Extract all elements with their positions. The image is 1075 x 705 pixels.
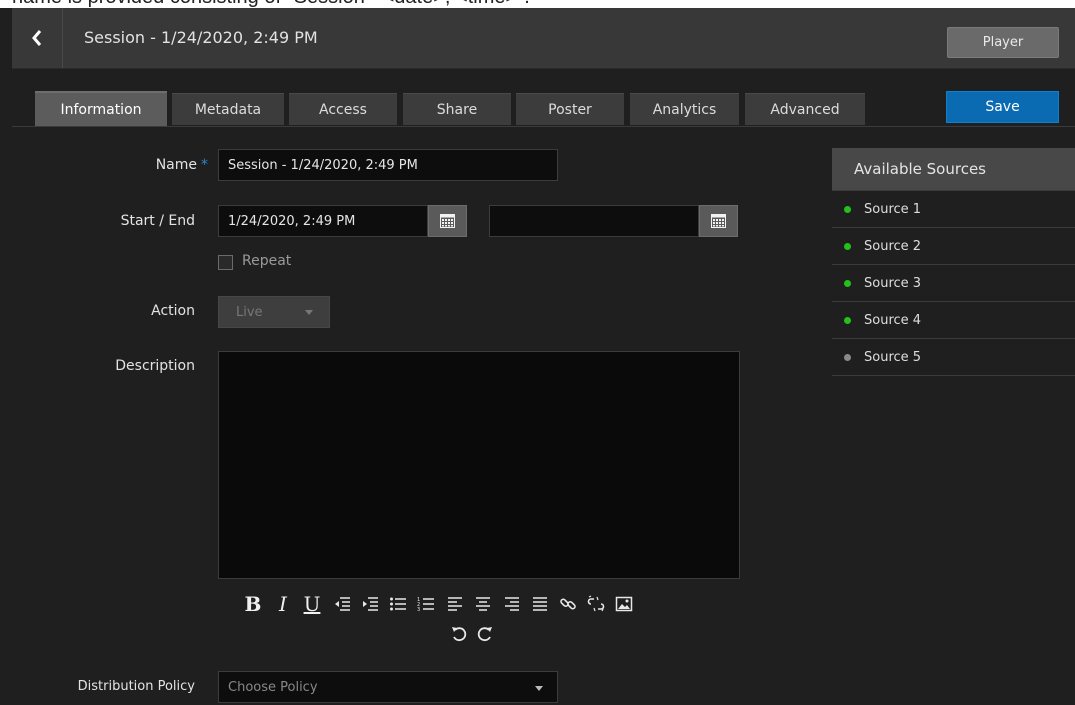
status-dot-icon xyxy=(844,354,851,361)
start-calendar-button[interactable] xyxy=(428,205,467,237)
tab-analytics[interactable]: Analytics xyxy=(630,93,739,125)
tab-advanced[interactable]: Advanced xyxy=(745,93,865,125)
description-editor[interactable] xyxy=(218,351,740,579)
repeat-checkbox[interactable] xyxy=(218,255,233,270)
numbered-list-icon: 123 xyxy=(417,597,434,613)
source-label: Source 5 xyxy=(864,350,922,365)
start-end-label: Start / End xyxy=(120,213,195,229)
undo-button[interactable] xyxy=(448,622,470,646)
status-dot-icon xyxy=(844,206,851,213)
save-button[interactable]: Save xyxy=(946,91,1059,123)
distribution-policy-label: Distribution Policy xyxy=(77,679,195,694)
undo-icon xyxy=(452,627,467,642)
start-date-input[interactable]: 1/24/2020, 2:49 PM xyxy=(218,205,428,237)
status-dot-icon xyxy=(844,243,851,250)
underline-button[interactable]: U xyxy=(301,592,323,616)
link-icon xyxy=(560,598,576,610)
calendar-icon xyxy=(440,214,455,228)
align-center-icon xyxy=(476,597,490,611)
required-indicator: * xyxy=(201,157,208,173)
italic-button[interactable]: I xyxy=(272,592,294,616)
tab-poster[interactable]: Poster xyxy=(516,93,624,125)
back-button[interactable] xyxy=(12,8,63,68)
tab-bar: Information Metadata Access Share Poster… xyxy=(12,69,1075,127)
link-button[interactable] xyxy=(557,592,579,616)
numbered-list-button[interactable]: 123 xyxy=(415,592,437,616)
editor-toolbar: B I U 123 xyxy=(218,588,740,652)
image-button[interactable] xyxy=(613,592,635,616)
svg-text:3: 3 xyxy=(417,607,420,613)
source-item[interactable]: Source 2 xyxy=(832,228,1075,265)
align-left-icon xyxy=(448,597,462,611)
redo-button[interactable] xyxy=(474,622,496,646)
action-select[interactable]: Live xyxy=(218,296,330,328)
source-label: Source 2 xyxy=(864,239,922,254)
redo-icon xyxy=(477,627,492,642)
action-label: Action xyxy=(151,303,195,319)
player-button[interactable]: Player xyxy=(947,27,1059,58)
indent-icon xyxy=(363,597,378,611)
caret-down-icon xyxy=(305,310,313,315)
outdent-icon xyxy=(335,597,350,611)
name-input[interactable]: Session - 1/24/2020, 2:49 PM xyxy=(218,149,558,181)
align-left-button[interactable] xyxy=(444,592,466,616)
status-dot-icon xyxy=(844,280,851,287)
source-item[interactable]: Source 4 xyxy=(832,302,1075,339)
distribution-policy-placeholder: Choose Policy xyxy=(228,679,318,695)
align-justify-button[interactable] xyxy=(529,592,551,616)
italic-icon: I xyxy=(279,592,287,616)
image-icon xyxy=(615,596,633,612)
unlink-icon xyxy=(587,595,605,612)
tab-access[interactable]: Access xyxy=(289,93,397,125)
outdent-button[interactable] xyxy=(331,592,353,616)
bullet-list-icon xyxy=(390,597,406,611)
calendar-icon xyxy=(711,214,726,228)
align-justify-icon xyxy=(533,597,547,611)
tab-share[interactable]: Share xyxy=(403,93,511,125)
available-sources-panel: Available Sources Source 1 Source 2 Sour… xyxy=(832,148,1075,376)
available-sources-header: Available Sources xyxy=(832,148,1075,191)
bold-button[interactable]: B xyxy=(242,592,264,616)
distribution-policy-select[interactable]: Choose Policy xyxy=(218,671,558,703)
chevron-left-icon xyxy=(32,30,42,46)
source-label: Source 3 xyxy=(864,276,922,291)
name-label: Name xyxy=(155,157,197,173)
align-center-button[interactable] xyxy=(472,592,494,616)
document-caption-text: name is provided consisting of "Session … xyxy=(12,0,530,8)
source-item[interactable]: Source 1 xyxy=(832,191,1075,228)
repeat-label: Repeat xyxy=(242,253,292,269)
tab-information[interactable]: Information xyxy=(35,91,167,126)
description-label: Description xyxy=(115,358,195,374)
status-dot-icon xyxy=(844,317,851,324)
align-right-icon xyxy=(505,597,519,611)
indent-button[interactable] xyxy=(359,592,381,616)
end-date-input[interactable] xyxy=(489,205,699,237)
document-caption: name is provided consisting of "Session … xyxy=(0,0,1075,8)
bullet-list-button[interactable] xyxy=(387,592,409,616)
align-right-button[interactable] xyxy=(501,592,523,616)
action-value: Live xyxy=(236,304,263,320)
header-bar: Session - 1/24/2020, 2:49 PM Player xyxy=(12,8,1075,69)
end-calendar-button[interactable] xyxy=(699,205,738,237)
caret-down-icon xyxy=(535,686,543,691)
name-label-row: Name * xyxy=(80,157,208,173)
page-title: Session - 1/24/2020, 2:49 PM xyxy=(84,28,318,47)
source-label: Source 4 xyxy=(864,313,922,328)
unlink-button[interactable] xyxy=(585,592,607,616)
source-label: Source 1 xyxy=(864,202,922,217)
tab-metadata[interactable]: Metadata xyxy=(172,93,284,125)
source-item[interactable]: Source 5 xyxy=(832,339,1075,376)
source-item[interactable]: Source 3 xyxy=(832,265,1075,302)
bold-icon: B xyxy=(244,592,262,616)
underline-icon: U xyxy=(303,592,321,616)
